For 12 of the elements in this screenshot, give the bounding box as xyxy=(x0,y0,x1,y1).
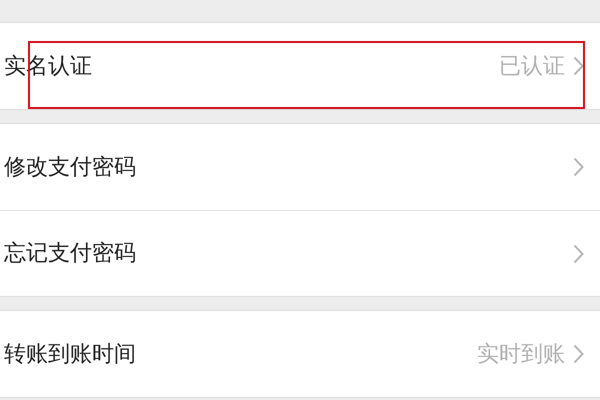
settings-row[interactable]: 忘记支付密码 xyxy=(0,210,600,296)
chevron-icon xyxy=(573,157,584,177)
row-label: 忘记支付密码 xyxy=(4,240,136,268)
chevron-icon xyxy=(573,344,584,364)
row-label: 修改支付密码 xyxy=(4,154,136,182)
chevron-icon xyxy=(573,244,584,264)
row-label: 转账到账时间 xyxy=(4,340,136,368)
settings-row[interactable]: 转账到账时间 实时到账 xyxy=(0,311,600,397)
settings-row[interactable]: 修改支付密码 xyxy=(0,124,600,210)
row-value: 已认证 xyxy=(499,52,565,80)
row-value: 实时到账 xyxy=(477,340,565,368)
chevron-icon xyxy=(573,56,584,76)
